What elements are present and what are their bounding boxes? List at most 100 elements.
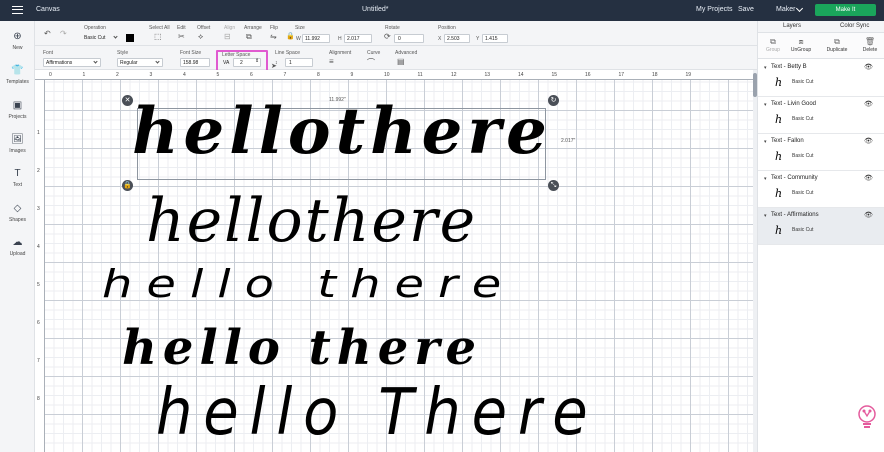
hamburger-menu-icon[interactable] [12, 6, 23, 14]
size-label: Size [295, 25, 305, 31]
ruler-tick-label: 18 [652, 72, 658, 78]
eye-icon[interactable]: 👁 [864, 137, 873, 145]
plus-circle-icon: ⊕ [13, 31, 22, 42]
save-button[interactable]: Save [738, 6, 754, 13]
sidebar-item-text[interactable]: T Text [0, 168, 35, 188]
sidebar-item-shapes[interactable]: ◇ Shapes [0, 203, 35, 223]
arrange-icon[interactable]: ⧉ [246, 32, 252, 42]
layer-item[interactable]: ▾ Text - Betty B 👁 h Basic Cut [758, 60, 884, 97]
rotate-value[interactable]: 0 [398, 36, 401, 42]
canvas-text-betty-b[interactable]: hello There [156, 376, 599, 450]
sidebar-item-projects[interactable]: ▣ Projects [0, 100, 35, 120]
tab-layers[interactable]: Layers [783, 23, 801, 29]
layer-cut-type[interactable]: Basic Cut [792, 79, 813, 85]
sidebar-item-new[interactable]: ⊕ New [0, 31, 35, 51]
line-space-value[interactable]: 1 [289, 60, 292, 66]
collapse-caret-icon[interactable]: ▾ [764, 176, 767, 182]
text-toolbar: Font Affirmations Style Regular Font Siz… [35, 46, 757, 70]
sidebar-item-upload[interactable]: ☁ Upload [0, 237, 35, 257]
font-value[interactable]: Affirmations [46, 60, 72, 66]
advanced-label: Advanced [395, 50, 418, 56]
ruler-tick-label: 13 [484, 72, 491, 78]
offset-icon[interactable]: ⟡ [198, 32, 203, 42]
layer-item-selected[interactable]: ▾ Text - Affirmations 👁 h Basic Cut [758, 208, 884, 245]
lock-handle-icon[interactable]: 🔒 [122, 180, 133, 191]
text-icon: T [14, 168, 21, 179]
ruler-tick-label: 10 [384, 72, 390, 78]
font-size-value[interactable]: 158.98 [183, 60, 198, 66]
layer-actions: ⧉ Group ⧈ UnGroup ⧉ Duplicate 🗑 Delete [758, 33, 884, 59]
lock-icon[interactable]: 🔒 [286, 32, 295, 40]
eye-icon[interactable]: 👁 [864, 211, 873, 219]
flip-label[interactable]: Flip [270, 25, 278, 31]
sidebar-item-templates[interactable]: 👕 Templates [0, 65, 35, 85]
ungroup-button[interactable]: ⧈ UnGroup [786, 37, 816, 53]
chevron-down-icon[interactable] [795, 4, 804, 13]
align-label[interactable]: Align [224, 25, 235, 31]
operation-label: Operation [84, 25, 106, 31]
canvas-text-affirmations[interactable]: hellothere [132, 94, 552, 169]
group-icon: ⧉ [770, 37, 776, 46]
collapse-caret-icon[interactable]: ▾ [764, 65, 767, 71]
layer-cut-type[interactable]: Basic Cut [792, 190, 813, 196]
y-label: Y [476, 36, 480, 42]
eye-icon[interactable]: 👁 [864, 100, 873, 108]
sidebar-label-new: New [12, 45, 23, 51]
advanced-icon[interactable]: ▤ [397, 57, 405, 66]
resize-handle-icon[interactable]: ⤡ [548, 180, 559, 191]
layer-cut-type[interactable]: Basic Cut [792, 227, 813, 233]
undo-icon[interactable]: ↶ [44, 29, 51, 38]
color-swatch[interactable] [126, 34, 134, 42]
make-it-button[interactable]: Make It [815, 4, 876, 16]
collapse-caret-icon[interactable]: ▾ [764, 102, 767, 108]
layer-item[interactable]: ▾ Text - Community 👁 h Basic Cut [758, 171, 884, 208]
horizontal-ruler: 0 1 2 3 4 5 6 7 8 9 10 11 12 13 14 15 16 17 18 19 [35, 70, 753, 80]
alignment-icon[interactable]: ≡ [329, 57, 334, 66]
ruler-tick-label: 4 [183, 72, 186, 78]
style-value[interactable]: Regular [120, 60, 138, 66]
layer-name: Text - Livin Good [771, 101, 817, 107]
layer-item[interactable]: ▾ Text - Fallon 👁 h Basic Cut [758, 134, 884, 171]
layer-cut-type[interactable]: Basic Cut [792, 116, 813, 122]
edit-label[interactable]: Edit [177, 25, 186, 31]
operation-select[interactable]: Basic Cut [84, 35, 105, 41]
height-value[interactable]: 2.017 [347, 36, 360, 42]
eye-icon[interactable]: 👁 [864, 174, 873, 182]
x-value[interactable]: 2.503 [447, 36, 460, 42]
edit-icon[interactable]: ✂ [178, 32, 185, 41]
layer-thumbnail: h [774, 187, 783, 200]
operation-dropdown-icon[interactable] [113, 34, 118, 39]
delete-button[interactable]: 🗑 Delete [855, 37, 884, 53]
document-title[interactable]: Untitled* [362, 6, 388, 13]
canvas-text-livin-good[interactable]: hello there [122, 320, 482, 376]
offset-label[interactable]: Offset [197, 25, 210, 31]
layer-thumbnail: h [774, 224, 783, 237]
ruler-tick-label: 16 [585, 72, 591, 78]
width-label: W [296, 36, 301, 42]
group-button[interactable]: ⧉ Group [758, 37, 788, 53]
flip-icon[interactable]: ⇋ [270, 32, 277, 41]
curve-icon[interactable]: ⌒ [367, 57, 375, 68]
collapse-caret-icon[interactable]: ▾ [764, 139, 767, 145]
collapse-caret-icon[interactable]: ▾ [764, 213, 767, 219]
select-all-icon[interactable]: ⬚ [154, 32, 162, 41]
width-value[interactable]: 11.992 [305, 36, 320, 42]
arrange-label[interactable]: Arrange [244, 25, 262, 31]
align-icon[interactable]: ⊟ [224, 32, 231, 41]
layer-cut-type[interactable]: Basic Cut [792, 153, 813, 159]
y-value[interactable]: 1.415 [485, 36, 498, 42]
duplicate-button[interactable]: ⧉ Duplicate [822, 37, 852, 53]
ruler-tick-label: 3 [149, 72, 153, 78]
sidebar-item-images[interactable]: 🖼 Images [0, 134, 35, 154]
ruler-tick-label: 5 [37, 282, 40, 288]
redo-icon[interactable]: ↷ [60, 29, 67, 38]
machine-selector[interactable]: Maker [776, 6, 795, 13]
canvas-text-community[interactable]: hellothere [146, 186, 477, 256]
select-all-label[interactable]: Select All [149, 25, 170, 31]
eye-icon[interactable]: 👁 [864, 63, 873, 71]
tab-color-sync[interactable]: Color Sync [840, 23, 869, 29]
my-projects-link[interactable]: My Projects [696, 6, 733, 13]
lightbulb-logo-icon [858, 405, 876, 428]
layer-item[interactable]: ▾ Text - Livin Good 👁 h Basic Cut [758, 97, 884, 134]
canvas-text-fallon[interactable]: hello there [102, 262, 515, 307]
